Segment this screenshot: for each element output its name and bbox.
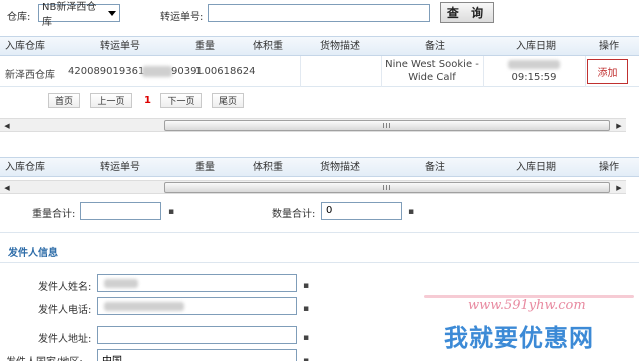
chevron-down-icon: [108, 10, 116, 16]
divider: [0, 262, 639, 263]
table-row: 新泽西仓库 420089019361 90391 1.00618624 Nine…: [0, 56, 639, 87]
col-volume-weight: 体积重: [253, 41, 283, 52]
tracking-input[interactable]: [208, 4, 430, 22]
redacted-tracking: [142, 66, 172, 77]
sender-phone-input[interactable]: [97, 297, 297, 315]
pager-next-button[interactable]: 下一页: [160, 93, 202, 108]
scroll-left-icon[interactable]: ◀: [0, 119, 14, 133]
redacted-phone: [104, 302, 184, 311]
col-warehouse: 入库仓库: [5, 41, 45, 52]
pager-current: 1: [144, 95, 151, 106]
pager-prev-button[interactable]: 上一页: [90, 93, 132, 108]
col-action: 操作: [599, 162, 619, 173]
divider: [0, 232, 639, 233]
total-weight-input[interactable]: [80, 202, 161, 220]
sender-phone-label: 发件人电话:: [38, 305, 92, 316]
table1-header: 入库仓库 转运单号 重量 体积重 货物描述 备注 入库日期 操作: [0, 36, 639, 56]
total-qty-label: 数量合计:: [272, 209, 316, 220]
scroll-thumb[interactable]: III: [164, 120, 610, 131]
tracking-label: 转运单号:: [160, 12, 204, 23]
sender-name-input[interactable]: [97, 274, 297, 292]
table2-header: 入库仓库 转运单号 重量 体积重 货物描述 备注 入库日期 操作: [0, 157, 639, 177]
col-weight: 重量: [195, 41, 215, 52]
required-marker: ▪: [303, 281, 310, 291]
col-weight: 重量: [195, 162, 215, 173]
warehouse-select-value: NB新泽西仓库: [42, 2, 97, 28]
scroll-thumb[interactable]: III: [164, 182, 610, 193]
sender-country-input[interactable]: 中国: [97, 349, 297, 361]
col-date: 入库日期: [516, 41, 556, 52]
col-tracking: 转运单号: [100, 41, 140, 52]
col-remark: 备注: [425, 41, 445, 52]
col-description: 货物描述: [320, 162, 360, 173]
watermark-site-name: 我就要优惠网: [444, 324, 594, 352]
sender-section-title: 发件人信息: [8, 248, 58, 259]
redacted-name: [104, 279, 138, 288]
col-warehouse: 入库仓库: [5, 162, 45, 173]
pager-first-button[interactable]: 首页: [48, 93, 80, 108]
required-marker: ▪: [303, 356, 310, 361]
row-tracking: 420089019361: [68, 66, 145, 77]
scroll-right-icon[interactable]: ▶: [612, 119, 626, 133]
scroll-right-icon[interactable]: ▶: [612, 181, 626, 195]
horizontal-scrollbar-2[interactable]: ◀ III ▶: [0, 180, 626, 194]
sender-name-label: 发件人姓名:: [38, 282, 92, 293]
total-qty-input[interactable]: 0: [321, 202, 402, 220]
row-warehouse: 新泽西仓库: [5, 70, 55, 81]
sender-country-label: 发件人国家/地区:: [6, 353, 83, 361]
sender-address-label: 发件人地址:: [38, 334, 92, 345]
warehouse-label: 仓库:: [7, 12, 31, 23]
row-remark-line1: Nine West Sookie -: [385, 59, 479, 70]
row-time: 09:15:59: [511, 72, 557, 83]
query-button[interactable]: 查 询: [440, 2, 494, 23]
row-weight: 1.00618624: [195, 66, 256, 77]
row-remark-line2: Wide Calf: [408, 72, 456, 83]
col-tracking: 转运单号: [100, 162, 140, 173]
scroll-left-icon[interactable]: ◀: [0, 181, 14, 195]
pager-last-button[interactable]: 尾页: [212, 93, 244, 108]
redacted-date: [508, 60, 560, 69]
total-weight-label: 重量合计:: [32, 209, 76, 220]
col-description: 货物描述: [320, 41, 360, 52]
col-remark: 备注: [425, 162, 445, 173]
watermark-url: www.591yhw.com: [468, 298, 586, 313]
required-marker: ▪: [408, 207, 415, 217]
horizontal-scrollbar[interactable]: ◀ III ▶: [0, 118, 626, 132]
add-button[interactable]: 添加: [587, 59, 628, 84]
sender-address-input[interactable]: [97, 326, 297, 344]
col-action: 操作: [599, 41, 619, 52]
warehouse-select[interactable]: NB新泽西仓库: [38, 2, 120, 28]
col-volume-weight: 体积重: [253, 162, 283, 173]
col-date: 入库日期: [516, 162, 556, 173]
required-marker: ▪: [303, 333, 310, 343]
required-marker: ▪: [303, 304, 310, 314]
required-marker: ▪: [168, 207, 175, 217]
